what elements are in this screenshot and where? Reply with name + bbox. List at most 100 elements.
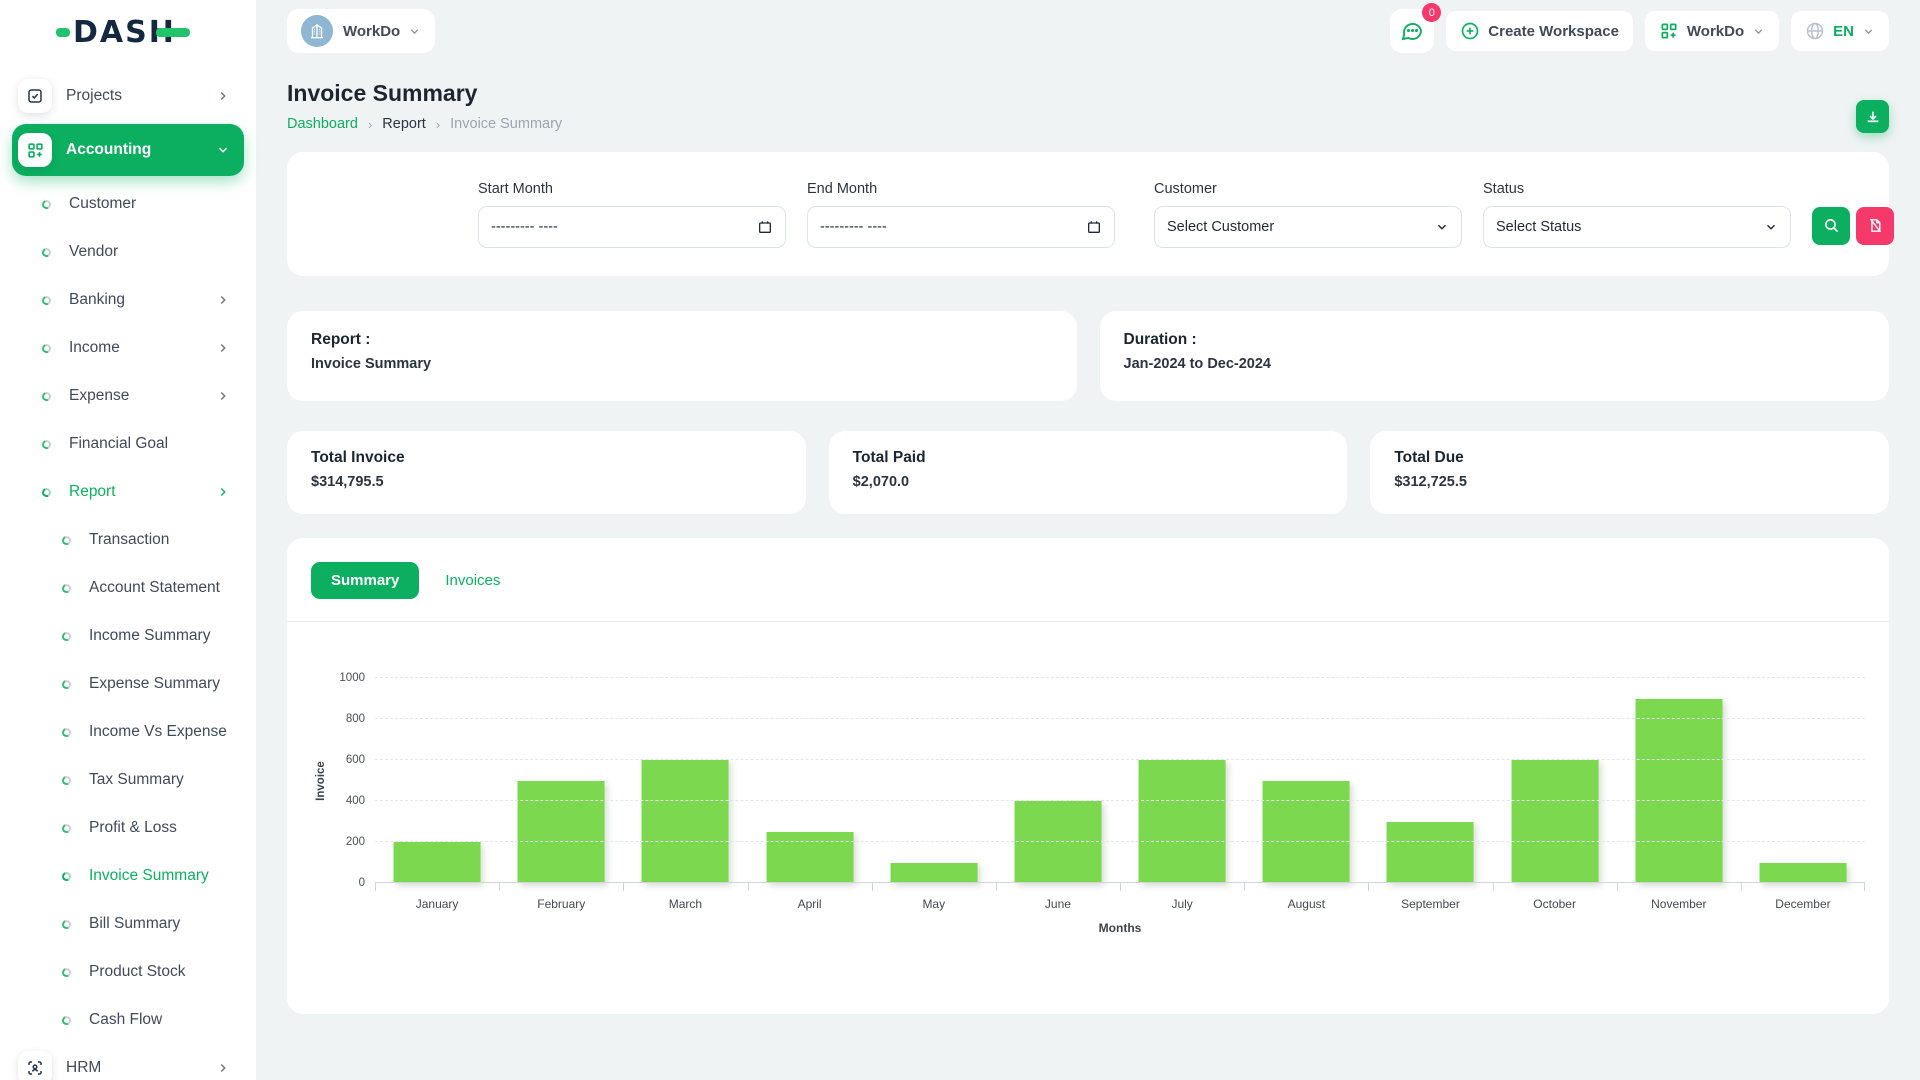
sidebar-item-hrm[interactable]: HRM <box>12 1044 244 1080</box>
x-label-july: July <box>1120 897 1244 911</box>
filter-panel: Start Month --------- ---- End Month ---… <box>287 152 1889 276</box>
total-invoice-card: Total Invoice $314,795.5 <box>287 431 806 514</box>
end-month-field: End Month --------- ---- <box>807 181 1115 248</box>
apply-filter-button[interactable] <box>1812 207 1850 245</box>
chevron-right-icon <box>216 389 230 403</box>
breadcrumb-report[interactable]: Report <box>382 116 426 132</box>
chevron-right-icon <box>216 341 230 355</box>
bar-september <box>1387 822 1474 884</box>
sidebar-item-banking[interactable]: Banking <box>12 276 244 324</box>
sidebar-item-financial-goal[interactable]: Financial Goal <box>12 420 244 468</box>
total-paid-card: Total Paid $2,070.0 <box>829 431 1348 514</box>
y-tick-label: 0 <box>359 877 365 889</box>
gridline <box>375 759 1865 760</box>
bar-december <box>1760 863 1847 884</box>
bullet-icon <box>61 918 73 930</box>
bullet-icon <box>61 774 73 786</box>
sidebar: DASH ProjectsAccountingCustomerVendorBan… <box>0 0 256 1080</box>
customer-select[interactable]: Select Customer <box>1154 206 1462 248</box>
logo-dot-icon <box>56 28 70 37</box>
total-paid-value: $2,070.0 <box>853 474 1324 490</box>
sidebar-item-expense-summary[interactable]: Expense Summary <box>12 660 244 708</box>
x-tick <box>1617 883 1618 891</box>
status-select[interactable]: Select Status <box>1483 206 1791 248</box>
x-label-march: March <box>623 897 747 911</box>
bullet-icon <box>41 294 53 306</box>
download-report-button[interactable] <box>1856 100 1889 133</box>
invoice-bar-chart: Invoice 02004006008001000 <box>311 678 1865 883</box>
sidebar-item-profit-loss[interactable]: Profit & Loss <box>12 804 244 852</box>
report-name: Invoice Summary <box>311 356 1053 372</box>
report-info-card: Report : Invoice Summary <box>287 311 1077 401</box>
x-label-february: February <box>499 897 623 911</box>
sidebar-item-vendor[interactable]: Vendor <box>12 228 244 276</box>
sidebar-item-customer[interactable]: Customer <box>12 180 244 228</box>
sidebar-item-account-statement[interactable]: Account Statement <box>12 564 244 612</box>
sidebar-item-accounting[interactable]: Accounting <box>12 124 244 176</box>
workspace-menu-button[interactable]: WorkDo <box>1645 11 1779 51</box>
x-label-may: May <box>872 897 996 911</box>
sidebar-item-expense[interactable]: Expense <box>12 372 244 420</box>
total-due-value: $312,725.5 <box>1394 474 1865 490</box>
bullet-icon <box>61 582 73 594</box>
clear-file-icon <box>1867 217 1884 234</box>
x-label-september: September <box>1368 897 1492 911</box>
bar-march <box>642 760 729 883</box>
x-tick <box>748 883 749 891</box>
sidebar-item-bill-summary[interactable]: Bill Summary <box>12 900 244 948</box>
x-tick <box>499 883 500 891</box>
chevron-right-icon: › <box>436 117 440 132</box>
bullet-icon <box>41 246 53 258</box>
bullet-icon <box>61 630 73 642</box>
sidebar-item-tax-summary[interactable]: Tax Summary <box>12 756 244 804</box>
download-icon <box>1865 109 1881 125</box>
chevron-down-icon <box>408 25 421 38</box>
bullet-icon <box>41 198 53 210</box>
total-due-card: Total Due $312,725.5 <box>1370 431 1889 514</box>
bar-april <box>766 832 853 883</box>
duration-value: Jan-2024 to Dec-2024 <box>1124 356 1866 372</box>
app-logo[interactable]: DASH <box>0 0 256 64</box>
chart-column-october <box>1493 678 1617 883</box>
sidebar-item-income[interactable]: Income <box>12 324 244 372</box>
sidebar-item-invoice-summary[interactable]: Invoice Summary <box>12 852 244 900</box>
sidebar-item-income-vs-expense[interactable]: Income Vs Expense <box>12 708 244 756</box>
messages-badge: 0 <box>1422 3 1441 22</box>
start-month-input[interactable]: --------- ---- <box>478 206 786 248</box>
chart-column-september <box>1368 678 1492 883</box>
gridline <box>375 677 1865 678</box>
y-tick-label: 800 <box>346 713 365 725</box>
divider <box>287 621 1889 622</box>
end-month-input[interactable]: --------- ---- <box>807 206 1115 248</box>
y-tick-label: 200 <box>346 836 365 848</box>
bar-november <box>1635 699 1722 884</box>
chart-column-april <box>748 678 872 883</box>
bullet-icon <box>41 342 53 354</box>
x-label-january: January <box>375 897 499 911</box>
reset-filter-button[interactable] <box>1856 207 1894 245</box>
tab-summary[interactable]: Summary <box>311 562 419 599</box>
bar-january <box>394 842 481 883</box>
tab-invoices[interactable]: Invoices <box>445 572 500 589</box>
sidebar-item-income-summary[interactable]: Income Summary <box>12 612 244 660</box>
create-workspace-button[interactable]: Create Workspace <box>1446 11 1633 51</box>
total-invoice-value: $314,795.5 <box>311 474 782 490</box>
duration-info-card: Duration : Jan-2024 to Dec-2024 <box>1100 311 1890 401</box>
chart-column-february <box>499 678 623 883</box>
chevron-right-icon: › <box>368 117 372 132</box>
sidebar-item-transaction[interactable]: Transaction <box>12 516 244 564</box>
sidebar-item-cash-flow[interactable]: Cash Flow <box>12 996 244 1044</box>
page-title: Invoice Summary <box>287 80 1889 107</box>
sidebar-item-projects[interactable]: Projects <box>12 72 244 120</box>
workspace-switcher[interactable]: WorkDo <box>287 9 435 53</box>
sidebar-nav: ProjectsAccountingCustomerVendorBankingI… <box>0 64 256 1080</box>
x-tick <box>1244 883 1245 891</box>
messages-button[interactable]: 0 <box>1390 9 1434 53</box>
chevron-down-icon <box>1435 220 1449 234</box>
sidebar-item-report[interactable]: Report <box>12 468 244 516</box>
breadcrumb-dashboard[interactable]: Dashboard <box>287 116 358 132</box>
bullet-icon <box>61 726 73 738</box>
sidebar-item-product-stock[interactable]: Product Stock <box>12 948 244 996</box>
y-tick-label: 400 <box>346 795 365 807</box>
language-menu-button[interactable]: EN <box>1791 11 1889 51</box>
